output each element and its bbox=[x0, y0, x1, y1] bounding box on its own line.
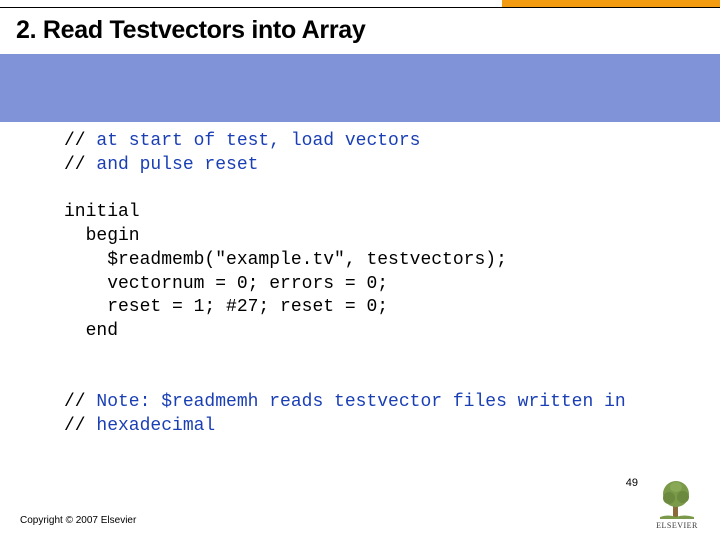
comment-slash: // bbox=[64, 131, 96, 151]
title-block: 2. Read Testvectors into Array bbox=[0, 7, 720, 53]
comment-slash: // bbox=[64, 392, 96, 412]
comment-slash: // bbox=[64, 416, 96, 436]
comment-text: at start of test, load vectors bbox=[96, 131, 420, 151]
slide-number: 2. bbox=[16, 16, 36, 44]
comment-slash: // bbox=[64, 155, 96, 175]
code-block: // at start of test, load vectors // and… bbox=[64, 130, 690, 439]
code-line: vectornum = 0; errors = 0; bbox=[64, 274, 388, 294]
slide-title-text: Read Testvectors into Array bbox=[43, 16, 366, 44]
code-line: reset = 1; #27; reset = 0; bbox=[64, 297, 388, 317]
header: 2. Read Testvectors into Array bbox=[0, 0, 720, 122]
comment-text: Note: $readmemh reads testvector files w… bbox=[96, 392, 625, 412]
code-line: initial bbox=[64, 202, 140, 222]
copyright-footer: Copyright © 2007 Elsevier bbox=[20, 515, 136, 526]
blue-band bbox=[0, 54, 720, 122]
code-line: $readmemb("example.tv", testvectors); bbox=[64, 250, 507, 270]
publisher-logo: ELSEVIER bbox=[652, 477, 702, 530]
page-number: 49 bbox=[626, 477, 638, 489]
tree-icon bbox=[656, 477, 698, 519]
code-line: end bbox=[64, 321, 118, 341]
page-title: 2. Read Testvectors into Array bbox=[16, 16, 720, 45]
comment-text: hexadecimal bbox=[96, 416, 215, 436]
publisher-name: ELSEVIER bbox=[652, 521, 702, 530]
code-line: begin bbox=[64, 226, 140, 246]
comment-text: and pulse reset bbox=[96, 155, 258, 175]
